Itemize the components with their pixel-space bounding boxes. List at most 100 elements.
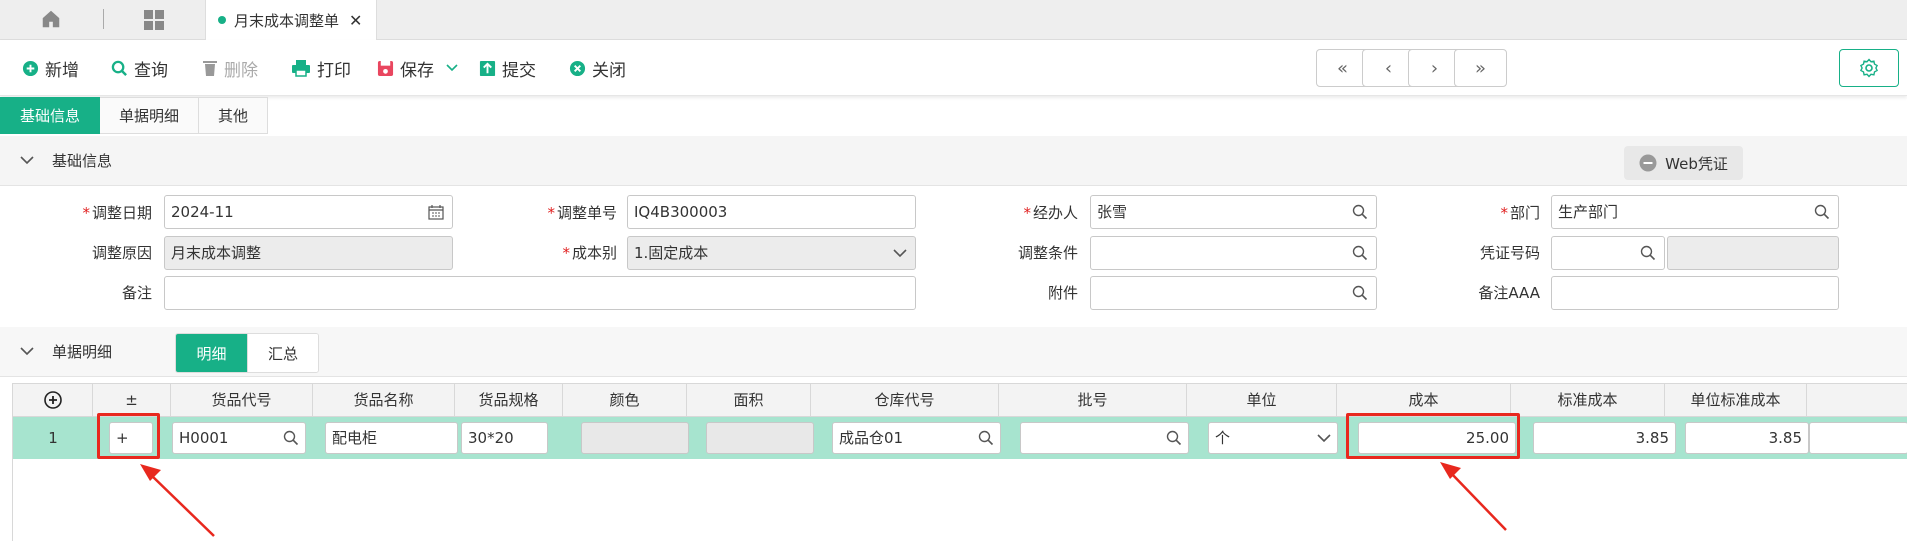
- prev-icon: ‹: [1384, 57, 1393, 79]
- item-code-input[interactable]: H0001: [172, 422, 306, 454]
- col-item-name: 货品名称: [313, 384, 455, 417]
- add-row-header[interactable]: [13, 384, 93, 417]
- remark-field[interactable]: [164, 276, 916, 310]
- tab-detail-lines[interactable]: 明细: [176, 334, 247, 372]
- search-icon[interactable]: [1352, 285, 1368, 301]
- handler-field[interactable]: 张雪: [1090, 195, 1377, 229]
- cost-type-select[interactable]: 1.固定成本: [627, 236, 916, 270]
- dept-field[interactable]: 生产部门: [1551, 195, 1839, 229]
- last-icon: »: [1474, 57, 1486, 79]
- unit-std-cost-input[interactable]: 3.85: [1685, 422, 1809, 454]
- attachment-field[interactable]: [1090, 276, 1377, 310]
- grid-header: ± 货品代号 货品名称 货品规格 颜色 面积 仓库代号 批号 单位 成本 标准成…: [13, 383, 1907, 417]
- reason-label: 调整原因: [91, 244, 152, 262]
- detail-grid: ± 货品代号 货品名称 货品规格 颜色 面积 仓库代号 批号 单位 成本 标准成…: [12, 383, 1907, 541]
- grid-icon[interactable]: [142, 8, 166, 32]
- close-button[interactable]: 关闭: [569, 54, 626, 82]
- voucher-no-label: 凭证号码: [1479, 244, 1540, 262]
- unit-select[interactable]: 个: [1208, 422, 1338, 454]
- first-icon: «: [1336, 57, 1348, 79]
- search-icon[interactable]: [1352, 204, 1368, 220]
- tab-basic-info[interactable]: 基础信息: [0, 97, 101, 134]
- area-input[interactable]: [706, 422, 814, 454]
- close-circle-icon: [569, 60, 586, 76]
- chevron-down-icon[interactable]: [20, 347, 34, 356]
- cost-highlight-box: [1346, 413, 1520, 459]
- search-icon[interactable]: [1814, 204, 1830, 220]
- voucher-no-display: [1667, 236, 1839, 270]
- home-icon[interactable]: [40, 8, 62, 30]
- divider: [103, 9, 104, 29]
- basic-info-section-header[interactable]: 基础信息 Web凭证: [0, 136, 1907, 186]
- cost-type-label: * 成本别: [562, 244, 617, 262]
- tab-summary[interactable]: 汇总: [247, 334, 318, 372]
- print-button[interactable]: 打印: [291, 54, 351, 82]
- tab-document[interactable]: 月末成本调整单 ✕: [205, 0, 378, 40]
- printer-icon: [292, 60, 310, 77]
- col-area: 面积: [687, 384, 811, 417]
- detail-title: 单据明细: [52, 343, 113, 361]
- delete-button[interactable]: 删除: [202, 54, 258, 82]
- condition-field[interactable]: [1090, 236, 1377, 270]
- remark-label: 备注: [121, 284, 152, 302]
- adjust-date-label: * 调整日期: [82, 204, 152, 222]
- query-button[interactable]: 查询: [111, 54, 168, 82]
- print-button-label: 打印: [317, 60, 351, 81]
- adjust-date-field[interactable]: 2024-11: [164, 195, 453, 229]
- next-icon: ›: [1430, 57, 1439, 79]
- chevron-down-icon[interactable]: [1317, 434, 1331, 443]
- dept-label: * 部门: [1500, 204, 1540, 222]
- attachment-label: 附件: [1047, 284, 1078, 302]
- minus-circle-icon: [1639, 154, 1657, 172]
- search-icon[interactable]: [283, 430, 299, 446]
- plus-circle-icon[interactable]: [43, 391, 62, 409]
- next-col-input[interactable]: [1809, 422, 1907, 454]
- table-row[interactable]: 1 + H0001 配电柜 30*20 成品仓01 个 25.00 3.85 3…: [13, 417, 1907, 459]
- pm-highlight-box: [97, 413, 160, 459]
- tab-bar: 月末成本调整单 ✕: [0, 0, 1907, 40]
- std-cost-input[interactable]: 3.85: [1533, 422, 1676, 454]
- gear-icon: [1859, 58, 1879, 78]
- search-icon[interactable]: [978, 430, 994, 446]
- page-tabs: 基础信息 单据明细 其他: [0, 97, 269, 134]
- color-input[interactable]: [581, 422, 689, 454]
- voucher-no-field[interactable]: [1551, 236, 1665, 270]
- col-color: 颜色: [563, 384, 687, 417]
- new-button[interactable]: 新增: [22, 54, 79, 82]
- warehouse-input[interactable]: 成品仓01: [832, 422, 1001, 454]
- basic-info-title: 基础信息: [52, 152, 113, 170]
- col-unit: 单位: [1187, 384, 1337, 417]
- settings-button[interactable]: [1839, 49, 1899, 87]
- search-icon[interactable]: [1166, 430, 1182, 446]
- col-spec: 货品规格: [455, 384, 563, 417]
- search-icon: [111, 60, 127, 76]
- tab-other[interactable]: 其他: [199, 97, 269, 134]
- chevron-down-icon[interactable]: [446, 64, 458, 72]
- row-number: 1: [48, 429, 58, 447]
- batch-input[interactable]: [1020, 422, 1189, 454]
- toolbar: 新增 查询 删除 打印 保存 提交 关闭 « ‹ › »: [0, 40, 1907, 96]
- close-tab-icon[interactable]: ✕: [349, 11, 362, 30]
- calendar-icon[interactable]: [428, 204, 444, 220]
- tab-detail[interactable]: 单据明细: [100, 97, 200, 134]
- submit-button-label: 提交: [502, 60, 536, 81]
- col-batch: 批号: [999, 384, 1187, 417]
- search-icon[interactable]: [1352, 245, 1368, 261]
- active-dot: [218, 16, 226, 24]
- adjust-no-label: * 调整单号: [547, 204, 617, 222]
- search-icon[interactable]: [1640, 245, 1656, 261]
- web-voucher-label: Web凭证: [1665, 154, 1728, 173]
- col-unit-std-cost: 单位标准成本: [1665, 384, 1807, 417]
- spec-input[interactable]: 30*20: [461, 422, 548, 454]
- remark-aaa-field[interactable]: [1551, 276, 1839, 310]
- handler-label: * 经办人: [1023, 204, 1078, 222]
- chevron-down-icon[interactable]: [20, 156, 34, 165]
- submit-button[interactable]: 提交: [479, 54, 536, 82]
- adjust-no-field[interactable]: IQ4B300003: [627, 195, 916, 229]
- save-button[interactable]: 保存: [377, 54, 458, 82]
- web-voucher-button[interactable]: Web凭证: [1624, 146, 1743, 180]
- new-button-label: 新增: [45, 60, 79, 81]
- item-name-input[interactable]: 配电柜: [325, 422, 458, 454]
- chevron-down-icon[interactable]: [893, 249, 907, 258]
- last-record-button[interactable]: »: [1454, 49, 1507, 87]
